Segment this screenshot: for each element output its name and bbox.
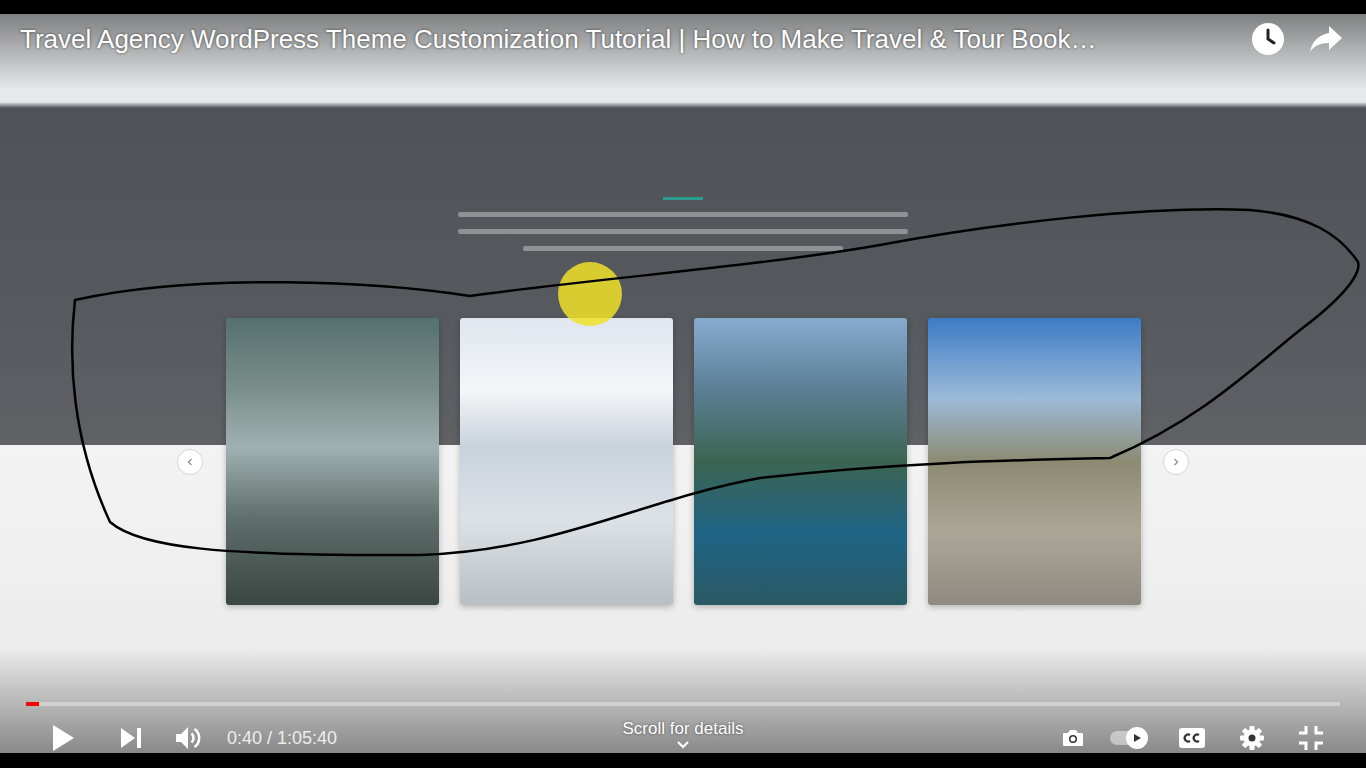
cursor-highlight	[558, 262, 622, 326]
scroll-hint-text[interactable]: Scroll for details	[623, 718, 744, 740]
next-icon	[119, 726, 143, 750]
prev-arrow-icon	[177, 449, 203, 475]
watch-later-icon[interactable]	[1248, 19, 1288, 59]
frame-photo	[694, 318, 907, 605]
frame-text-line	[523, 246, 843, 251]
next-arrow-icon	[1163, 449, 1189, 475]
settings-button[interactable]	[1228, 720, 1276, 756]
share-icon[interactable]	[1306, 19, 1346, 59]
chevron-down-icon	[676, 740, 690, 750]
frame-photo	[460, 318, 673, 605]
camera-icon	[1062, 729, 1084, 747]
title-bar: Travel Agency WordPress Theme Customizat…	[0, 16, 1366, 62]
screenshot-button[interactable]	[1049, 720, 1097, 756]
frame-text-line	[458, 229, 908, 234]
heading-underline	[663, 197, 703, 200]
exit-fullscreen-icon	[1298, 725, 1324, 751]
captions-icon	[1178, 727, 1206, 749]
play-icon	[51, 724, 75, 752]
next-button[interactable]	[107, 720, 155, 756]
volume-button[interactable]	[165, 720, 213, 756]
frame-card-row	[0, 318, 1366, 605]
frame-text-line	[458, 212, 908, 217]
autoplay-track	[1110, 731, 1146, 745]
progress-fill	[26, 702, 39, 706]
play-button[interactable]	[39, 720, 87, 756]
frame-cards	[226, 318, 1141, 605]
video-title[interactable]: Travel Agency WordPress Theme Customizat…	[20, 20, 1240, 59]
gear-icon	[1239, 725, 1265, 751]
video-frame[interactable]	[0, 14, 1366, 753]
autoplay-toggle[interactable]	[1106, 720, 1150, 756]
time-display: 0:40 / 1:05:40	[227, 725, 337, 752]
video-player[interactable]: Travel Agency WordPress Theme Customizat…	[0, 0, 1366, 768]
frame-photo	[226, 318, 439, 605]
exit-fullscreen-button[interactable]	[1287, 720, 1335, 756]
autoplay-play-icon	[1132, 733, 1142, 743]
frame-photo	[928, 318, 1141, 605]
captions-button[interactable]	[1168, 720, 1216, 756]
control-bar: 0:40 / 1:05:40	[0, 720, 1366, 756]
autoplay-knob	[1126, 727, 1148, 749]
volume-icon	[175, 725, 203, 751]
progress-track[interactable]	[26, 702, 1340, 706]
